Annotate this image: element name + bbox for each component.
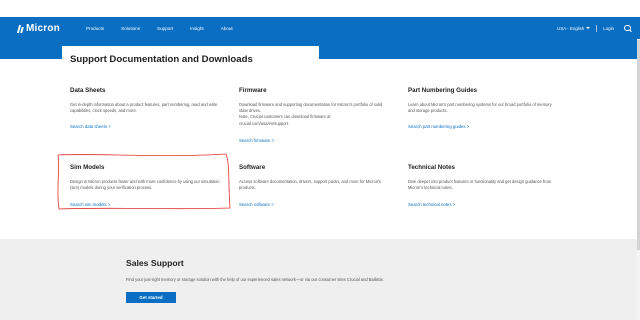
- title-card: Support Documentation and Downloads: [62, 46, 319, 70]
- page-title: Support Documentation and Downloads: [70, 54, 253, 65]
- search-part-numbering-guides-link[interactable]: Search part numbering guides >: [408, 124, 469, 129]
- card-title: Software: [239, 164, 266, 171]
- card-description: Get in-depth information about a product…: [70, 102, 218, 114]
- region-label: USA - English: [557, 25, 585, 31]
- card-firmware: Firmware Download firmware and supportin…: [239, 87, 399, 149]
- card-description: Dive deeper into product features or fun…: [408, 179, 552, 191]
- search-firmware-link[interactable]: Search firmware >: [239, 138, 274, 143]
- red-annotation-outline: [57, 153, 231, 210]
- card-software: Software Access software documentation, …: [239, 164, 399, 212]
- card-title: Data Sheets: [70, 87, 106, 94]
- card-part-numbering-guides: Part Numbering Guides Learn about Micron…: [408, 87, 568, 135]
- card-technical-notes: Technical Notes Dive deeper into product…: [408, 164, 568, 212]
- search-data-sheets-link[interactable]: Search data sheets >: [70, 124, 111, 129]
- page: Micron Products Solutions Support Insigh…: [0, 0, 640, 320]
- nav-divider: [596, 24, 598, 32]
- card-title: Technical Notes: [408, 164, 455, 171]
- sales-support-section: Sales Support Find your just-right memor…: [0, 239, 640, 320]
- card-description: Learn about Micron's part numbering syst…: [408, 102, 552, 114]
- logo-text: Micron: [26, 22, 60, 34]
- card-title: Part Numbering Guides: [408, 87, 478, 94]
- nav-utility: USA - English Login: [557, 17, 631, 39]
- main-nav: Micron Products Solutions Support Insigh…: [0, 17, 640, 39]
- nav-link-insight[interactable]: Insight: [190, 26, 204, 31]
- micron-logo-icon: [17, 24, 25, 33]
- nav-link-about[interactable]: About: [221, 26, 233, 31]
- card-description: Access software documentation, drivers, …: [239, 179, 381, 191]
- search-icon[interactable]: [624, 24, 631, 32]
- nav-link-solutions[interactable]: Solutions: [121, 26, 140, 31]
- card-data-sheets: Data Sheets Get in-depth information abo…: [70, 87, 230, 135]
- sales-description: Find your just-right memory or storage s…: [126, 277, 384, 282]
- card-note: Note, Crucial customers can download fir…: [239, 114, 331, 126]
- sales-title: Sales Support: [126, 258, 184, 268]
- login-link[interactable]: Login: [603, 26, 614, 31]
- top-strip: [0, 0, 640, 17]
- nav-link-support[interactable]: Support: [157, 26, 173, 31]
- search-technical-notes-link[interactable]: Search technical notes >: [408, 202, 455, 207]
- search-software-link[interactable]: Search software >: [239, 202, 274, 207]
- get-started-button[interactable]: Get started: [126, 292, 176, 303]
- region-selector[interactable]: USA - English: [557, 25, 591, 31]
- card-description: Download firmware and supporting documen…: [239, 102, 383, 114]
- nav-links: Products Solutions Support Insight About: [86, 17, 250, 39]
- micron-logo[interactable]: Micron: [17, 21, 60, 35]
- card-title: Firmware: [239, 87, 267, 94]
- nav-link-products[interactable]: Products: [86, 26, 104, 31]
- chevron-down-icon: [586, 27, 591, 29]
